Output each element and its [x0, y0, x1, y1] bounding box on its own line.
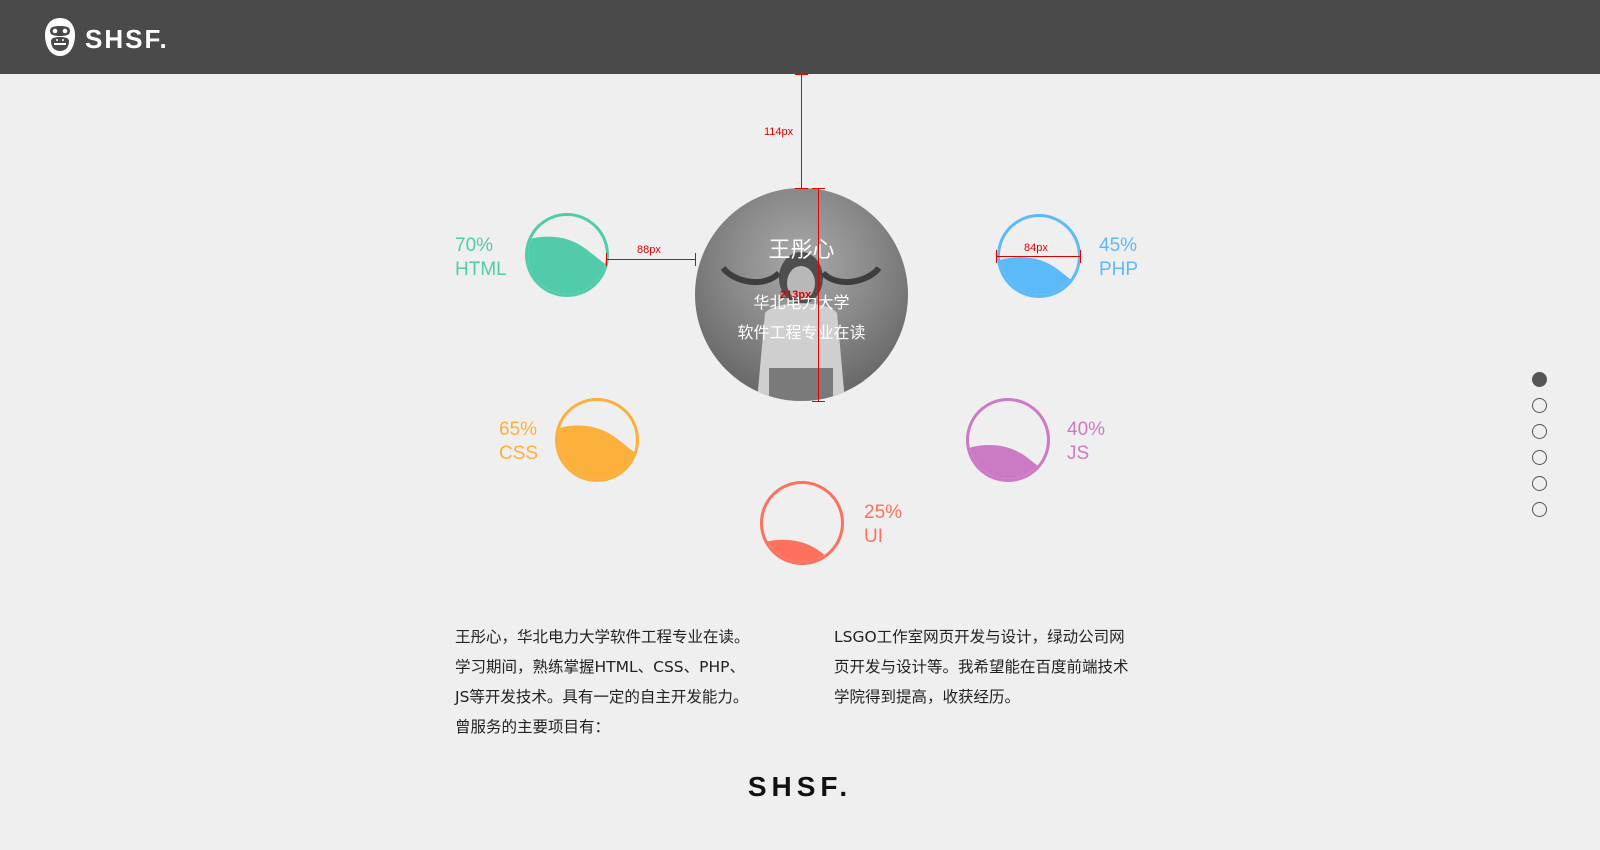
- profile-name: 王彤心: [768, 238, 835, 263]
- measure-skill-size: 84px: [1024, 242, 1048, 254]
- skill-html-label: 70% HTML: [455, 234, 507, 282]
- site-logo[interactable]: SHSF.: [43, 17, 169, 61]
- measure-cap: [695, 253, 696, 266]
- skill-php-percent: 45%: [1099, 235, 1138, 256]
- skill-ui-name: UI: [864, 526, 883, 547]
- skill-js-label: 40% JS: [1067, 418, 1105, 466]
- pagination-dot-1[interactable]: [1532, 372, 1547, 387]
- pagination-dot-3[interactable]: [1532, 424, 1547, 439]
- skill-fill-svg: [528, 236, 606, 294]
- pagination-dot-4[interactable]: [1532, 450, 1547, 465]
- skill-js-percent: 40%: [1067, 419, 1106, 440]
- section-pagination: [1532, 372, 1547, 528]
- pagination-dot-2[interactable]: [1532, 398, 1547, 413]
- skill-fill-wave: [763, 539, 841, 562]
- pagination-dot-5[interactable]: [1532, 476, 1547, 491]
- skill-js-circle: [966, 398, 1050, 482]
- measure-cap: [812, 188, 825, 189]
- skill-html-name: HTML: [455, 259, 507, 280]
- description-line: JS等开发技术。具有一定的自主开发能力。: [455, 688, 749, 706]
- measure-cap: [795, 188, 808, 189]
- skill-css-name: CSS: [499, 443, 539, 464]
- description-line: 学院得到提高，收获经历。: [834, 688, 1021, 706]
- skill-js-name: JS: [1067, 443, 1090, 464]
- skill-html-percent: 70%: [455, 235, 494, 256]
- measure-profile-size: 213px: [780, 289, 812, 301]
- skill-ui-circle: [760, 481, 844, 565]
- description-line: 曾服务的主要项目有：: [455, 718, 611, 736]
- measure-cap: [1080, 250, 1081, 263]
- description-line: 学习期间，熟练掌握HTML、CSS、PHP、: [455, 658, 745, 676]
- gorilla-icon: [43, 17, 77, 61]
- pagination-dot-6[interactable]: [1532, 502, 1547, 517]
- skill-html-circle: [525, 213, 609, 297]
- skill-css-circle: [555, 398, 639, 482]
- skill-php-label: 45% PHP: [1099, 234, 1138, 282]
- measure-html-gap: 88px: [637, 244, 661, 256]
- skill-fill-wave: [1000, 257, 1078, 295]
- skill-fill-wave: [969, 445, 1047, 479]
- skill-css-label: 65% CSS: [499, 418, 538, 466]
- measure-line-top: [801, 74, 802, 188]
- skill-fill-svg: [969, 445, 1047, 479]
- description-left: 王彤心，华北电力大学软件工程专业在读。 学习期间，熟练掌握HTML、CSS、PH…: [455, 622, 785, 742]
- measure-cap: [996, 250, 997, 263]
- description-line: 页开发与设计等。我希望能在百度前端技术: [834, 658, 1129, 676]
- skill-fill-svg: [558, 425, 636, 479]
- skill-ui-label: 25% UI: [864, 501, 902, 549]
- skill-css-percent: 65%: [499, 419, 538, 440]
- skill-fill-wave: [528, 236, 606, 294]
- measure-cap: [812, 401, 825, 402]
- description-line: LSGO工作室网页开发与设计，绿动公司网: [834, 628, 1125, 646]
- measure-cap: [606, 253, 607, 266]
- measure-line-html: [606, 259, 695, 260]
- skill-php-name: PHP: [1099, 259, 1139, 280]
- description-right: LSGO工作室网页开发与设计，绿动公司网 页开发与设计等。我希望能在百度前端技术…: [834, 622, 1164, 712]
- measure-line-php: [996, 256, 1080, 257]
- logo-text: SHSF.: [85, 23, 169, 54]
- measure-line-profile: [818, 188, 819, 401]
- skill-ui-percent: 25%: [864, 502, 903, 523]
- top-header: SHSF.: [0, 0, 1600, 74]
- skill-fill-svg: [763, 539, 841, 562]
- footer-logo: SHSF.: [747, 771, 853, 802]
- measure-cap: [795, 74, 808, 75]
- measure-top-gap: 114px: [764, 126, 794, 138]
- description-line: 王彤心，华北电力大学软件工程专业在读。: [455, 628, 750, 646]
- skill-fill-wave: [558, 425, 636, 479]
- profile-major: 软件工程专业在读: [737, 323, 866, 342]
